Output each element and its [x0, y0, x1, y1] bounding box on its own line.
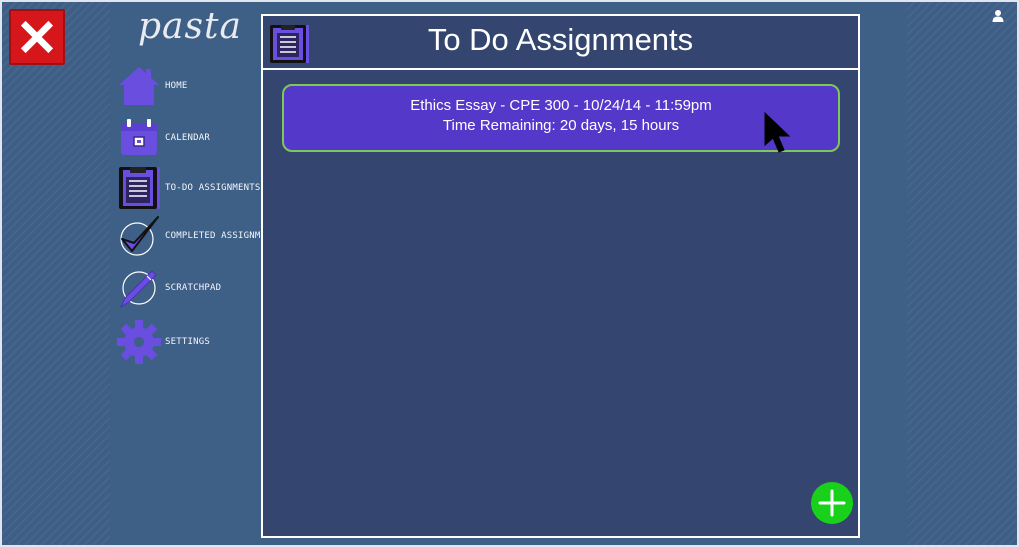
close-button[interactable] — [9, 9, 65, 65]
home-icon — [116, 63, 162, 109]
background-texture-right — [907, 0, 1019, 547]
plus-icon — [818, 489, 846, 517]
sidebar-item-label: TO-DO ASSIGNMENTS — [165, 183, 261, 193]
add-assignment-button[interactable] — [811, 482, 853, 524]
assignment-card[interactable]: Ethics Essay - CPE 300 - 10/24/14 - 11:5… — [282, 84, 840, 152]
app-window: pasta HOME CALENDAR TO-DO ASSIGNMENTS CO… — [0, 0, 1019, 547]
sidebar-item-label: SETTINGS — [165, 337, 210, 347]
sidebar-item-settings[interactable]: SETTINGS — [116, 318, 210, 366]
assignment-time-remaining: Time Remaining: 20 days, 15 hours — [442, 117, 680, 134]
clipboard-icon — [116, 165, 162, 211]
gear-icon — [116, 319, 162, 365]
checkmark-icon — [116, 213, 162, 259]
user-icon[interactable] — [991, 9, 1005, 23]
panel-header: To Do Assignments — [263, 16, 858, 70]
page-title: To Do Assignments — [427, 22, 694, 57]
sidebar-item-scratchpad[interactable]: SCRATCHPAD — [116, 264, 221, 312]
sidebar-item-home[interactable]: HOME — [116, 62, 187, 110]
main-panel: To Do Assignments Ethics Essay - CPE 300… — [261, 14, 860, 538]
sidebar-item-todo[interactable]: TO-DO ASSIGNMENTS — [116, 164, 261, 212]
background-texture-left — [0, 0, 110, 547]
sidebar-item-completed[interactable]: COMPLETED ASSIGNMENTS — [116, 212, 283, 260]
sidebar-item-label: HOME — [165, 81, 188, 91]
sidebar-item-label: SCRATCHPAD — [165, 283, 222, 293]
assignment-title: Ethics Essay - CPE 300 - 10/24/14 - 11:5… — [410, 97, 712, 114]
app-logo: pasta — [138, 6, 242, 47]
sidebar-item-calendar[interactable]: CALENDAR — [116, 114, 210, 162]
calendar-icon — [116, 115, 162, 161]
pen-icon — [116, 265, 162, 311]
close-x-icon — [20, 20, 54, 54]
sidebar-item-label: CALENDAR — [165, 133, 210, 143]
sidebar: pasta HOME CALENDAR TO-DO ASSIGNMENTS CO… — [110, 0, 283, 547]
